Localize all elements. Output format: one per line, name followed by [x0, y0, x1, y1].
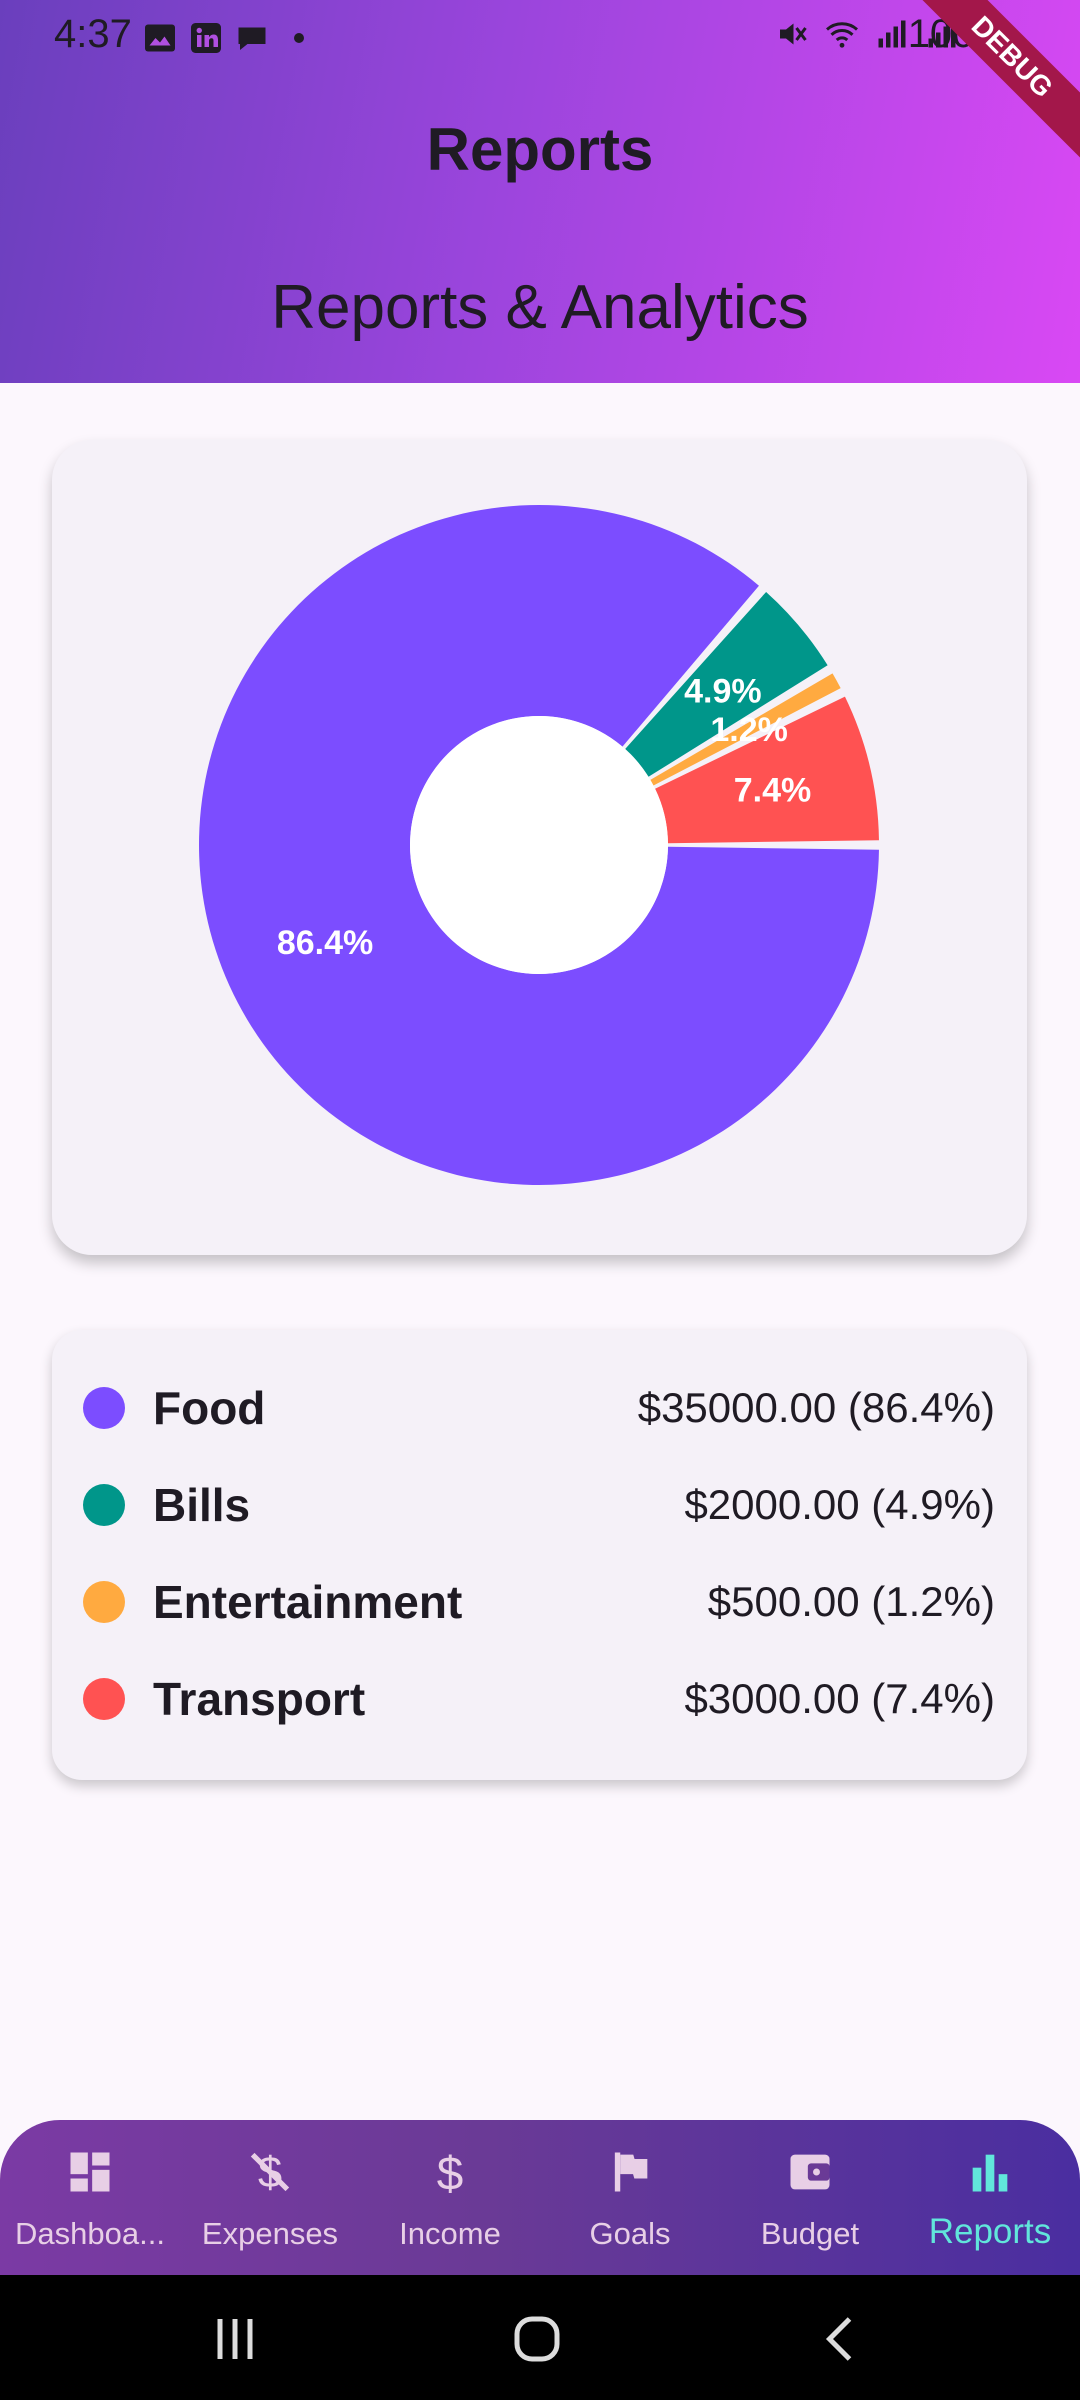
image-icon [145, 24, 175, 52]
legend-item-bills: Bills $2000.00 (4.9%) [52, 1465, 1027, 1545]
legend-value: $3000.00 (7.4%) [684, 1675, 995, 1722]
nav-item-income[interactable]: $ Income [360, 2120, 540, 2275]
svg-text:$: $ [437, 2147, 464, 2198]
legend-color-dot [83, 1581, 125, 1623]
legend-label: Bills [153, 1479, 251, 1531]
linkedin-icon [191, 23, 221, 53]
flag-icon [614, 2152, 648, 2192]
legend-color-dot [83, 1678, 125, 1720]
legend-label: Transport [153, 1673, 366, 1725]
bar-chart-icon [972, 2154, 1008, 2192]
legend-item-food: Food $35000.00 (86.4%) [52, 1368, 1027, 1448]
more-notifications-dot [294, 33, 304, 43]
legend-value: $500.00 (1.2%) [707, 1578, 995, 1625]
nav-label: Dashboa... [15, 2216, 165, 2251]
legend-card: Food $35000.00 (86.4%) Bills $2000.00 (4… [52, 1330, 1027, 1780]
nav-label: Budget [760, 2216, 860, 2251]
money-off-icon: $ [250, 2149, 290, 2197]
nav-item-reports[interactable]: Reports [900, 2120, 1080, 2275]
legend-label: Food [153, 1382, 266, 1434]
pie-label-bills: 4.9% [684, 673, 762, 711]
status-time: 4:37 [54, 12, 132, 56]
recents-icon[interactable] [205, 2309, 265, 2369]
legend-value: $35000.00 (86.4%) [637, 1384, 995, 1431]
chat-icon [238, 27, 266, 50]
wallet-icon [790, 2154, 830, 2190]
nav-item-budget[interactable]: Budget [720, 2120, 900, 2275]
legend-item-transport: Transport $3000.00 (7.4%) [52, 1659, 1027, 1739]
nav-label: Income [399, 2216, 501, 2251]
nav-label: Reports [928, 2212, 1052, 2251]
mute-icon [780, 23, 807, 45]
wifi-icon [826, 22, 858, 48]
pie-chart: 86.4% 4.9%1.2% 7.4% [199, 505, 879, 1185]
nav-item-expenses[interactable]: $ Expenses [180, 2120, 360, 2275]
page-subtitle: Reports & Analytics [271, 273, 809, 342]
legend-color-dot [83, 1484, 125, 1526]
nav-label: Expenses [201, 2216, 339, 2251]
home-icon[interactable] [507, 2309, 567, 2369]
legend-color-dot [83, 1387, 125, 1429]
page-title: Reports [426, 116, 654, 183]
app-header: 4:37 100% DEBUG Reports Reports & Analyt… [0, 0, 1080, 383]
pie-label-entertainment: 1.2% [710, 711, 788, 749]
status-bar: 4:37 100% [0, 0, 1080, 80]
signal-lte1-icon [878, 20, 906, 48]
bottom-navigation: Dashboa... $ Expenses $ Income Goals Bud… [0, 2120, 1080, 2275]
pie-label-transport: 7.4% [734, 772, 812, 810]
back-icon[interactable] [812, 2309, 872, 2369]
legend-value: $2000.00 (4.9%) [684, 1481, 995, 1528]
nav-item-dashboard[interactable]: Dashboa... [0, 2120, 180, 2275]
pie-chart-card: 86.4% 4.9% 1.2% 7.4% [52, 440, 1027, 1255]
dollar-icon: $ [437, 2147, 464, 2198]
legend-label: Entertainment [153, 1576, 463, 1628]
system-navigation-bar [0, 2275, 1080, 2400]
nav-label: Goals [589, 2216, 671, 2251]
donut-hole [410, 716, 668, 974]
nav-item-goals[interactable]: Goals [540, 2120, 720, 2275]
legend-item-entertainment: Entertainment $500.00 (1.2%) [52, 1562, 1027, 1642]
dashboard-icon [70, 2152, 110, 2192]
pie-label-food: 86.4% [277, 924, 373, 962]
notification-icons [142, 20, 304, 56]
